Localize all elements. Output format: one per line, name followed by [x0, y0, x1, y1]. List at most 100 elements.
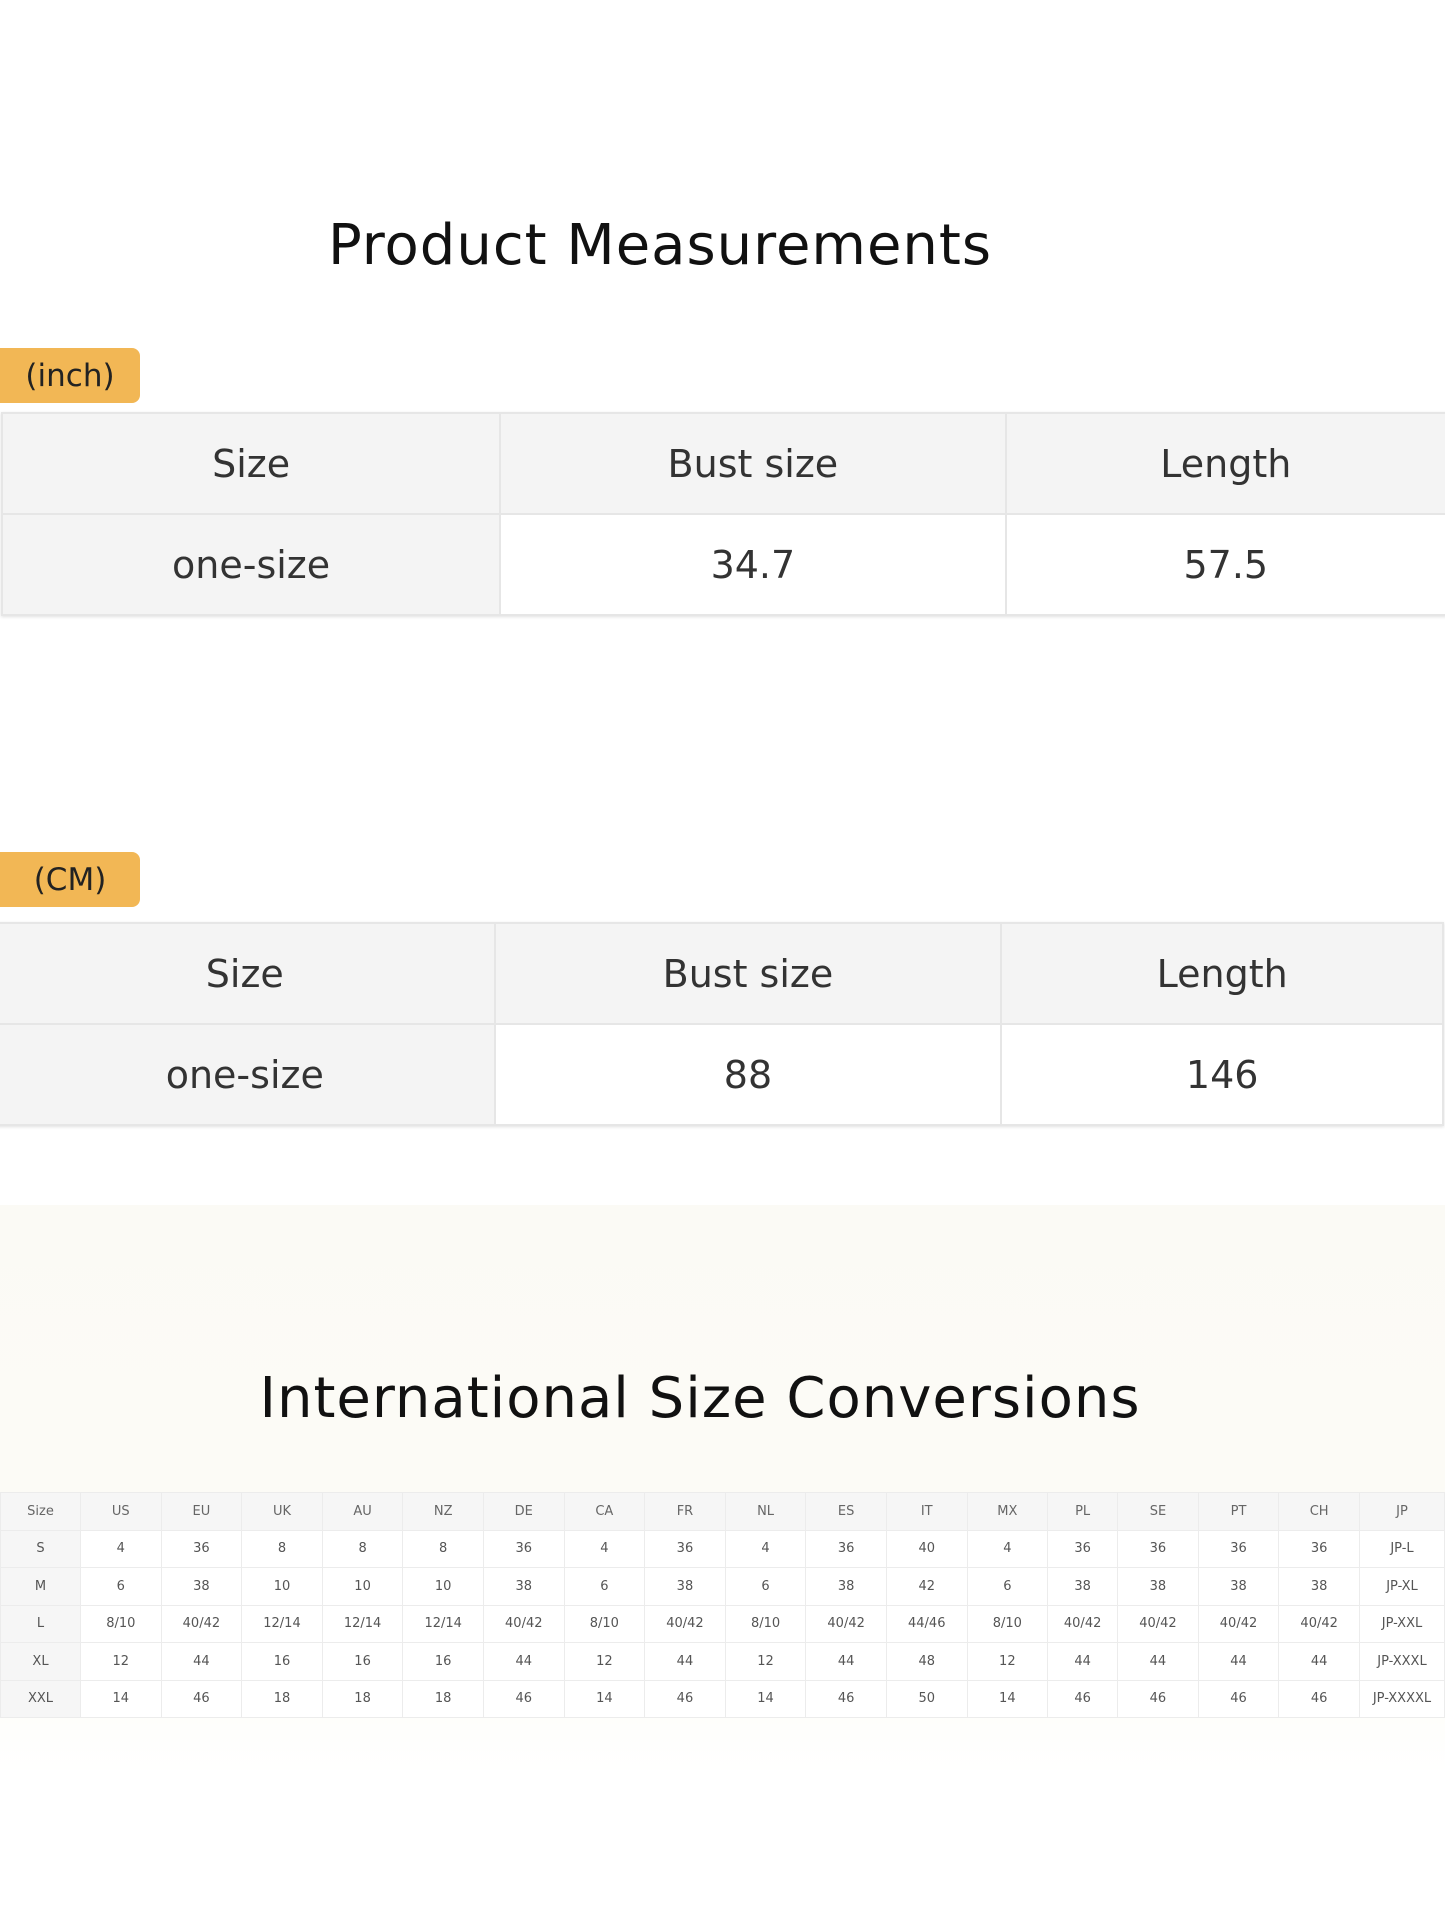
product-measurements-title: Product Measurements	[327, 213, 993, 278]
cell-length: 146	[1000, 1023, 1444, 1126]
column-header-nz: NZ	[402, 1492, 484, 1531]
header-bust-size: Bust size	[493, 922, 1003, 1025]
table-cell: 36	[1047, 1529, 1119, 1568]
table-header-row: Size Bust size Length	[0, 412, 1445, 515]
table-cell: 44	[482, 1642, 565, 1681]
table-header-row: Size US EU UK AU NZ DE CA FR NL ES IT MX PL SE PT CH JP	[0, 1492, 1445, 1531]
table-cell: 44	[805, 1642, 887, 1681]
table-cell: 4	[966, 1529, 1049, 1568]
column-header-ch: CH	[1278, 1492, 1360, 1531]
table-cell: 12	[563, 1642, 646, 1681]
table-cell: 40/42	[1047, 1604, 1119, 1643]
table-cell: 40/42	[1117, 1604, 1199, 1643]
table-row: one-size 88 146	[0, 1023, 1444, 1126]
table-cell: 18	[402, 1679, 484, 1718]
size-conversions-table: Size US EU UK AU NZ DE CA FR NL ES IT MX PL SE PT CH JP S 4…	[0, 1492, 1445, 1718]
measurements-table-inch: Size Bust size Length one-size 34.7 57.5	[0, 412, 1445, 616]
table-row: L 8/10 40/42 12/14 12/14 12/14 40/42 8/10 40/42 8…	[0, 1604, 1445, 1643]
table-cell: 10	[241, 1567, 323, 1606]
table-cell: 12	[724, 1642, 807, 1681]
table-cell: 36	[805, 1529, 887, 1568]
table-cell: 46	[644, 1679, 726, 1718]
table-row: XL 12 44 16 16 16 44 12 44 12 44 48 12 44 44 44 44 JP-XXX…	[0, 1642, 1445, 1681]
table-cell: 8/10	[724, 1604, 807, 1643]
column-header-us: US	[80, 1492, 162, 1531]
table-cell: 12/14	[241, 1604, 323, 1643]
table-cell: 14	[966, 1679, 1049, 1718]
table-cell: 38	[1197, 1567, 1280, 1606]
cell-bust-size: 88	[493, 1023, 1003, 1126]
cell-length: 57.5	[1004, 513, 1445, 616]
table-cell: JP-XXXL	[1359, 1642, 1445, 1681]
table-cell: 46	[1117, 1679, 1199, 1718]
table-cell: 6	[724, 1567, 807, 1606]
table-cell: 46	[805, 1679, 887, 1718]
table-cell: 36	[482, 1529, 565, 1568]
table-cell: JP-XXL	[1359, 1604, 1445, 1643]
table-cell: 38	[482, 1567, 565, 1606]
column-header-fr: FR	[644, 1492, 726, 1531]
column-header-pt: PT	[1197, 1492, 1280, 1531]
column-header-au: AU	[321, 1492, 404, 1531]
table-row: one-size 34.7 57.5	[0, 513, 1445, 616]
table-cell: 40/42	[1197, 1604, 1280, 1643]
table-cell: 12	[80, 1642, 162, 1681]
table-cell: 46	[160, 1679, 243, 1718]
table-cell: 40/42	[805, 1604, 887, 1643]
table-row: XXL 14 46 18 18 18 46 14 46 14 46 50 14 46 46 46 46 JP-XX…	[0, 1679, 1445, 1718]
table-row: M 6 38 10 10 10 38 6 38 6 38 42 6 38 38 38 38 JP-XL	[0, 1567, 1445, 1606]
column-header-jp: JP	[1359, 1492, 1445, 1531]
table-cell: 38	[1278, 1567, 1360, 1606]
table-cell: 40/42	[644, 1604, 726, 1643]
row-size-label: XL	[0, 1642, 81, 1681]
table-cell: 14	[563, 1679, 646, 1718]
table-cell: 38	[1117, 1567, 1199, 1606]
header-size: Size	[0, 922, 496, 1025]
row-size-label: M	[0, 1567, 81, 1606]
table-cell: 38	[160, 1567, 243, 1606]
table-cell: 18	[241, 1679, 323, 1718]
column-header-eu: EU	[160, 1492, 243, 1531]
table-cell: 4	[80, 1529, 162, 1568]
cell-size: one-size	[0, 1023, 496, 1126]
column-header-de: DE	[482, 1492, 565, 1531]
unit-tag-cm: (CM)	[0, 852, 140, 907]
table-header-row: Size Bust size Length	[0, 922, 1444, 1025]
table-cell: 18	[321, 1679, 404, 1718]
table-cell: 8/10	[80, 1604, 162, 1643]
table-cell: JP-XL	[1359, 1567, 1445, 1606]
table-cell: 10	[321, 1567, 404, 1606]
table-cell: 6	[966, 1567, 1049, 1606]
table-cell: 42	[885, 1567, 968, 1606]
row-size-label: L	[0, 1604, 81, 1643]
table-cell: 38	[805, 1567, 887, 1606]
table-cell: 6	[563, 1567, 646, 1606]
column-header-uk: UK	[241, 1492, 323, 1531]
table-cell: 44	[644, 1642, 726, 1681]
header-length: Length	[1000, 922, 1444, 1025]
header-size: Size	[0, 412, 502, 515]
table-cell: 38	[1047, 1567, 1119, 1606]
table-cell: 4	[724, 1529, 807, 1568]
table-cell: 44	[1047, 1642, 1119, 1681]
row-size-label: S	[0, 1529, 81, 1568]
table-cell: 12	[966, 1642, 1049, 1681]
column-header-size: Size	[0, 1492, 81, 1531]
column-header-pl: PL	[1047, 1492, 1119, 1531]
table-cell: 8	[321, 1529, 404, 1568]
unit-tag-inch: (inch)	[0, 348, 140, 403]
table-cell: 4	[563, 1529, 646, 1568]
column-header-se: SE	[1117, 1492, 1199, 1531]
table-cell: 14	[80, 1679, 162, 1718]
table-cell: 46	[1197, 1679, 1280, 1718]
header-bust-size: Bust size	[499, 412, 1007, 515]
column-header-mx: MX	[966, 1492, 1049, 1531]
table-cell: 40/42	[1278, 1604, 1360, 1643]
table-cell: 50	[885, 1679, 968, 1718]
measurements-table-cm: Size Bust size Length one-size 88 146	[0, 922, 1444, 1126]
table-cell: 44	[160, 1642, 243, 1681]
table-cell: 40	[885, 1529, 968, 1568]
table-cell: 44	[1278, 1642, 1360, 1681]
table-cell: JP-XXXXL	[1359, 1679, 1445, 1718]
table-cell: 38	[644, 1567, 726, 1606]
